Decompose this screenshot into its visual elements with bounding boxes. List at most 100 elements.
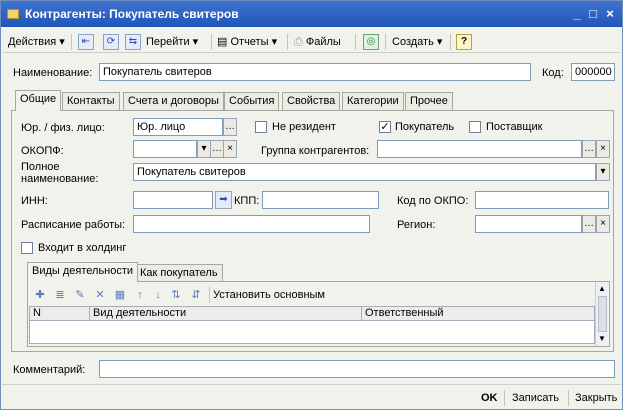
- actions-menu[interactable]: Действия ▾: [8, 33, 65, 51]
- select-button[interactable]: …: [210, 140, 224, 158]
- tab-activities[interactable]: Виды деятельности: [27, 262, 139, 282]
- column-header-responsible[interactable]: Ответственный: [362, 307, 594, 321]
- sort-desc-icon[interactable]: ⇵: [189, 288, 203, 302]
- scroll-up-icon[interactable]: ▲: [598, 284, 606, 293]
- schedule-label: Расписание работы:: [21, 219, 126, 231]
- dropdown-button[interactable]: ▾: [596, 163, 610, 181]
- tab-events[interactable]: События: [224, 92, 280, 110]
- add-row-icon[interactable]: ✚: [33, 288, 47, 302]
- tab-accounts[interactable]: Счета и договоры: [123, 92, 224, 110]
- select-button[interactable]: …: [582, 215, 596, 233]
- group-field[interactable]: [377, 140, 582, 158]
- edit-row-icon[interactable]: ✎: [73, 288, 87, 302]
- entity-type-field[interactable]: Юр. лицо: [133, 118, 223, 136]
- help-button[interactable]: ?: [456, 34, 472, 50]
- region-label: Регион:: [397, 219, 436, 231]
- kpp-label: КПП:: [234, 195, 260, 207]
- chevron-down-icon: ▾: [436, 36, 443, 48]
- close-window-button[interactable]: ×: [602, 6, 618, 22]
- okpo-label: Код по ОКПО:: [397, 195, 469, 207]
- reports-menu[interactable]: ▤ Отчеты ▾: [217, 33, 277, 51]
- vertical-scrollbar[interactable]: ▲ ▼: [595, 282, 609, 346]
- window-title: Контрагенты: Покупатель свитеров: [25, 7, 239, 21]
- reports-icon: ▤: [217, 36, 228, 48]
- footer-bar: OK Записать Закрыть: [2, 384, 621, 409]
- kpp-field[interactable]: [262, 191, 379, 209]
- tab-general[interactable]: Общие: [15, 90, 62, 111]
- separator: [71, 34, 72, 50]
- refresh-icon[interactable]: ⟳: [103, 34, 119, 50]
- activities-table[interactable]: N Вид деятельности Ответственный: [29, 306, 595, 344]
- clear-icon[interactable]: ×: [223, 140, 237, 158]
- files-button[interactable]: ⎙ Файлы: [294, 33, 341, 51]
- fullname-label: Полное наименование:: [21, 161, 99, 185]
- arrow-right-icon[interactable]: ➡: [215, 191, 232, 209]
- move-up-icon[interactable]: ↑: [133, 288, 147, 302]
- end-edit-icon[interactable]: ▦: [113, 288, 127, 302]
- fullname-field[interactable]: Покупатель свитеров: [133, 163, 596, 181]
- structure-icon[interactable]: ⇆: [125, 34, 141, 50]
- separator: [355, 34, 356, 50]
- okopf-label: ОКОПФ:: [21, 145, 64, 157]
- holding-checkbox[interactable]: [21, 242, 33, 254]
- chevron-down-icon: ▾: [192, 36, 199, 48]
- copy-row-icon[interactable]: ≣: [53, 288, 67, 302]
- delete-row-icon[interactable]: ✕: [93, 288, 107, 302]
- select-button[interactable]: …: [582, 140, 596, 158]
- nonresident-checkbox[interactable]: [255, 121, 267, 133]
- create-menu[interactable]: Создать ▾: [392, 33, 442, 51]
- inn-field[interactable]: [133, 191, 213, 209]
- title-bar[interactable]: Контрагенты: Покупатель свитеров _ □ ×: [1, 1, 622, 27]
- okopf-field[interactable]: [133, 140, 197, 158]
- scroll-down-icon[interactable]: ▼: [598, 334, 606, 343]
- clear-icon[interactable]: ×: [596, 140, 610, 158]
- back-icon[interactable]: ⇤: [78, 34, 94, 50]
- name-label: Наименование:: [13, 67, 93, 79]
- okpo-field[interactable]: [475, 191, 609, 209]
- save-button[interactable]: Записать: [512, 390, 559, 406]
- supplier-label: Поставщик: [486, 121, 543, 133]
- minimize-button[interactable]: _: [569, 6, 585, 22]
- form-icon: [7, 9, 19, 19]
- clear-icon[interactable]: ×: [596, 215, 610, 233]
- code-input[interactable]: 000000: [571, 63, 615, 81]
- dropdown-button[interactable]: ▾: [197, 140, 211, 158]
- tab-categories[interactable]: Категории: [342, 92, 404, 110]
- holding-label: Входит в холдинг: [38, 242, 127, 254]
- tab-contacts[interactable]: Контакты: [62, 92, 120, 110]
- set-main-button[interactable]: Установить основным: [213, 289, 325, 301]
- column-header-n[interactable]: N: [30, 307, 90, 321]
- separator: [568, 390, 569, 406]
- comment-label: Комментарий:: [13, 364, 86, 376]
- tab-properties[interactable]: Свойства: [282, 92, 341, 110]
- region-field[interactable]: [475, 215, 582, 233]
- separator: [385, 34, 386, 50]
- tab-other[interactable]: Прочее: [405, 92, 453, 110]
- goto-menu[interactable]: Перейти ▾: [146, 33, 198, 51]
- buyer-checkbox[interactable]: ✓: [379, 121, 391, 133]
- separator: [504, 390, 505, 406]
- column-header-activity[interactable]: Вид деятельности: [90, 307, 362, 321]
- code-label: Код:: [542, 67, 564, 79]
- supplier-checkbox[interactable]: [469, 121, 481, 133]
- separator: [211, 34, 212, 50]
- tab-as-buyer[interactable]: Как покупатель: [135, 264, 223, 281]
- buyer-label: Покупатель: [395, 121, 455, 133]
- toolbar: Действия ▾ ⇤ ⟳ ⇆ Перейти ▾ ▤ Отчеты ▾ ⎙ …: [3, 31, 620, 53]
- comment-field[interactable]: [99, 360, 615, 378]
- chevron-down-icon: ▾: [59, 36, 65, 48]
- move-down-icon[interactable]: ↓: [151, 288, 165, 302]
- close-button[interactable]: Закрыть: [575, 390, 617, 406]
- nonresident-label: Не резидент: [272, 121, 336, 133]
- select-button[interactable]: …: [223, 118, 237, 136]
- contacts-icon[interactable]: ◎: [363, 34, 379, 50]
- sort-asc-icon[interactable]: ⇅: [169, 288, 183, 302]
- ok-button[interactable]: OK: [481, 390, 498, 406]
- maximize-button[interactable]: □: [585, 6, 601, 22]
- name-input[interactable]: Покупатель свитеров: [99, 63, 531, 81]
- scroll-thumb[interactable]: [598, 296, 607, 332]
- table-header: N Вид деятельности Ответственный: [30, 307, 594, 321]
- form-window: Контрагенты: Покупатель свитеров _ □ × Д…: [0, 0, 623, 410]
- schedule-field[interactable]: [133, 215, 370, 233]
- chevron-down-icon: ▾: [271, 36, 278, 48]
